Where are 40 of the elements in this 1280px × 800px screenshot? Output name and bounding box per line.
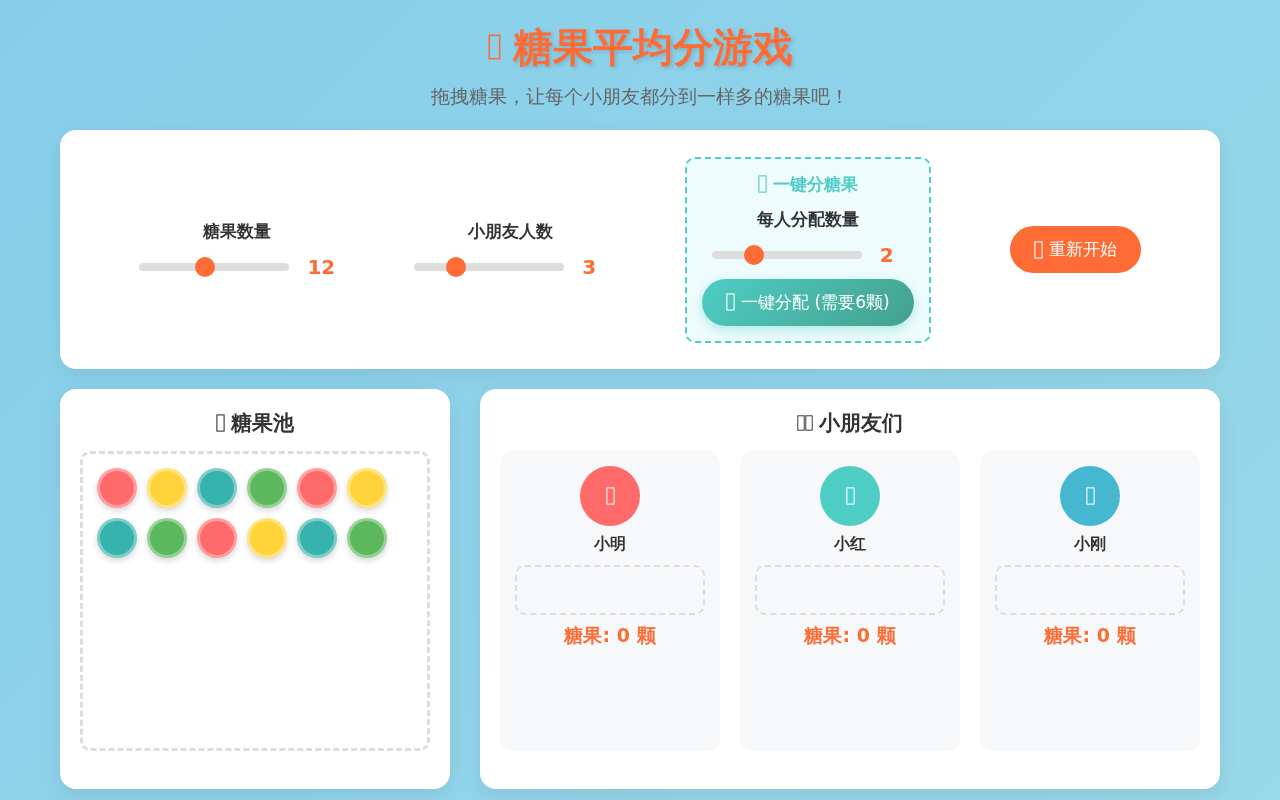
slider-label: 每人分配数量 (756, 207, 859, 231)
candy-count: 糖果: 0 颗 (804, 623, 896, 648)
slider-value: 2 (879, 242, 895, 267)
candy[interactable] (297, 518, 337, 558)
slider[interactable] (414, 257, 565, 277)
missing-glyph-icon (216, 414, 225, 432)
candy[interactable] (197, 518, 237, 558)
missing-glyph-icon (757, 175, 767, 193)
candy[interactable] (147, 518, 187, 558)
missing-glyph-icon (1033, 240, 1043, 259)
child-name: 小红 (834, 534, 866, 555)
missing-glyph-icon (797, 414, 813, 432)
missing-glyph-icon (487, 32, 501, 62)
missing-glyph-icon (726, 293, 736, 311)
child-name: 小刚 (1074, 534, 1106, 555)
page-title: 糖果平均分游戏 (512, 22, 793, 72)
candy[interactable] (347, 518, 387, 558)
section-title: 小朋友们 (819, 410, 903, 437)
slider[interactable] (711, 244, 862, 265)
candy[interactable] (97, 468, 137, 508)
reset-button[interactable]: 重新开始 (1009, 226, 1141, 273)
candy-count: 糖果: 0 颗 (564, 623, 656, 648)
candy[interactable] (347, 468, 387, 508)
split-button[interactable]: 一键分配 (需要6颗) (702, 278, 914, 326)
candy[interactable] (97, 518, 137, 558)
candy[interactable] (147, 468, 187, 508)
slider-value: 3 (582, 255, 598, 279)
candy[interactable] (247, 468, 287, 508)
candy[interactable] (297, 468, 337, 508)
subtitle: 拖拽糖果，让每个小朋友都分到一样多的糖果吧！ (430, 84, 850, 109)
slider-label: 糖果数量 (203, 220, 272, 243)
slider-label: 小朋友人数 (467, 220, 553, 243)
panel-title: 一键分糖果 (772, 172, 858, 196)
section-title: 糖果池 (231, 410, 294, 437)
candy-count: 糖果: 0 颗 (1044, 623, 1136, 648)
candy[interactable] (247, 518, 287, 558)
slider-value: 12 (307, 255, 336, 279)
child-name: 小明 (594, 534, 626, 555)
slider[interactable] (139, 257, 290, 277)
candy[interactable] (197, 468, 237, 508)
